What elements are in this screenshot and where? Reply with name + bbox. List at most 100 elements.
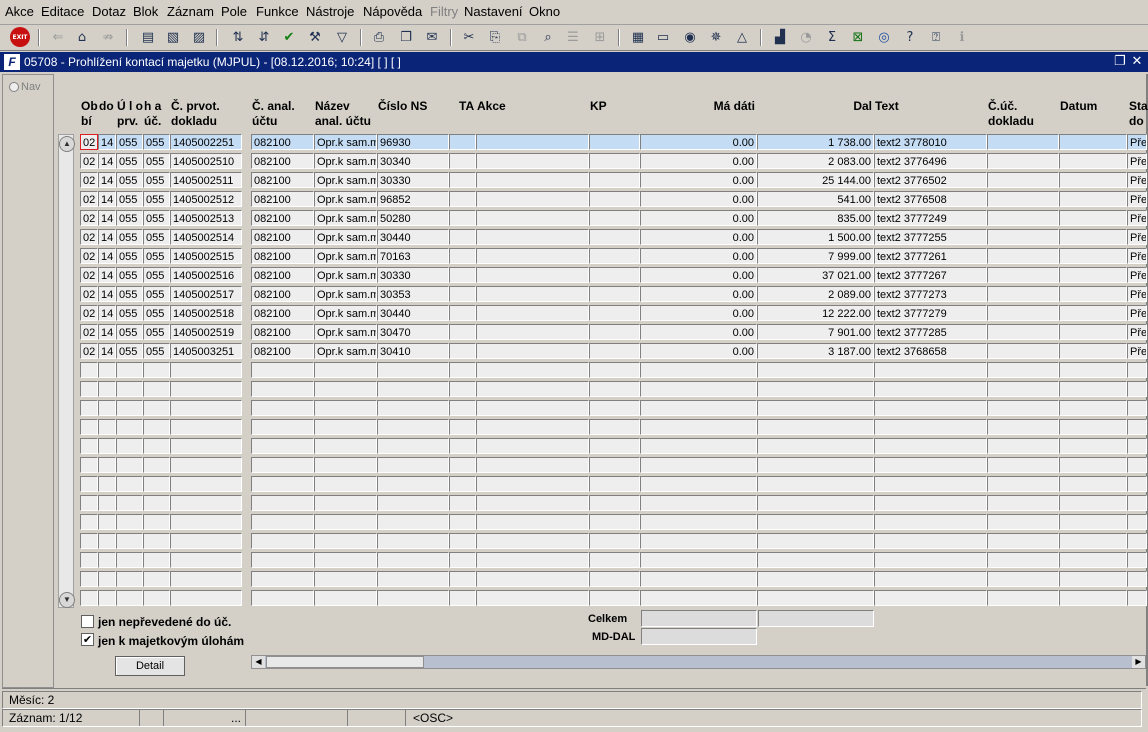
cell-datum[interactable] (1059, 229, 1127, 245)
cell-stav[interactable]: Pře (1127, 286, 1147, 302)
cell-ha[interactable] (143, 419, 170, 435)
cell-kp[interactable] (589, 400, 640, 416)
cell-cuc[interactable] (987, 134, 1059, 150)
cell-ha[interactable] (143, 495, 170, 511)
cell-text[interactable]: text2 3777273 (874, 286, 987, 302)
cell-do[interactable] (98, 590, 116, 606)
menu-okno[interactable]: Okno (529, 4, 560, 19)
cell-ha[interactable] (143, 552, 170, 568)
menu-editace[interactable]: Editace (41, 4, 84, 19)
cell-do[interactable]: 14 (98, 229, 116, 245)
cell-cuc[interactable] (987, 267, 1059, 283)
cell-text[interactable] (874, 362, 987, 378)
cell-kp[interactable] (589, 419, 640, 435)
cell-canal[interactable]: 082100 (251, 191, 314, 207)
cell-text[interactable] (874, 514, 987, 530)
cell-ulo[interactable]: 055 (116, 324, 143, 340)
cell-akce[interactable] (476, 552, 589, 568)
cell-kp[interactable] (589, 514, 640, 530)
cell-ns[interactable] (377, 362, 449, 378)
cell-cprvot[interactable] (170, 438, 242, 454)
cell-do[interactable] (98, 381, 116, 397)
cell-dal[interactable] (757, 419, 874, 435)
exit-button[interactable]: EXIT (10, 27, 30, 47)
cell-stav[interactable]: Pře (1127, 229, 1147, 245)
cell-akce[interactable] (476, 267, 589, 283)
cell-text[interactable] (874, 552, 987, 568)
cell-text[interactable] (874, 495, 987, 511)
cell-canal[interactable] (251, 571, 314, 587)
cell-canal[interactable]: 082100 (251, 153, 314, 169)
cell-ob[interactable]: 02 (80, 267, 98, 283)
cell-stav[interactable] (1127, 457, 1147, 473)
cell-nazev[interactable]: Opr.k sam.m (314, 153, 377, 169)
cell-cprvot[interactable]: 1405002510 (170, 153, 242, 169)
cell-ulo[interactable]: 055 (116, 267, 143, 283)
cell-dal[interactable] (757, 552, 874, 568)
cell-ta[interactable] (449, 457, 476, 473)
cell-ns[interactable]: 30440 (377, 305, 449, 321)
cell-ta[interactable] (449, 438, 476, 454)
cell-stav[interactable]: Pře (1127, 305, 1147, 321)
cell-kp[interactable] (589, 191, 640, 207)
menu-zaznam[interactable]: Záznam (167, 4, 214, 19)
help-topics-icon[interactable]: ? (900, 27, 920, 47)
cell-dal[interactable] (757, 362, 874, 378)
cell-ns[interactable] (377, 400, 449, 416)
cell-kp[interactable] (589, 343, 640, 359)
cell-canal[interactable]: 082100 (251, 324, 314, 340)
cell-cprvot[interactable] (170, 400, 242, 416)
cell-akce[interactable] (476, 533, 589, 549)
cell-text[interactable]: text2 3776502 (874, 172, 987, 188)
cell-text[interactable]: text2 3778010 (874, 134, 987, 150)
tree-icon[interactable]: ⊞ (590, 27, 610, 47)
save-icon[interactable]: ⇐ (48, 27, 68, 47)
cell-cuc[interactable] (987, 400, 1059, 416)
cell-ta[interactable] (449, 381, 476, 397)
print-icon[interactable]: ⎙ (369, 27, 389, 47)
cell-akce[interactable] (476, 172, 589, 188)
cell-ulo[interactable]: 055 (116, 305, 143, 321)
cell-datum[interactable] (1059, 286, 1127, 302)
cell-ns[interactable] (377, 476, 449, 492)
cell-text[interactable]: text2 3776496 (874, 153, 987, 169)
cell-canal[interactable] (251, 476, 314, 492)
cell-cuc[interactable] (987, 324, 1059, 340)
cell-ob[interactable]: 02 (80, 324, 98, 340)
scroll-right-icon[interactable]: ▶ (1132, 656, 1145, 668)
cell-ob[interactable]: 02 (80, 305, 98, 321)
cell-ulo[interactable]: 055 (116, 134, 143, 150)
cell-cuc[interactable] (987, 191, 1059, 207)
cell-datum[interactable] (1059, 362, 1127, 378)
cell-dal[interactable] (757, 514, 874, 530)
cell-cuc[interactable] (987, 381, 1059, 397)
cell-ha[interactable] (143, 381, 170, 397)
cell-md[interactable]: 0.00 (640, 191, 757, 207)
cell-kp[interactable] (589, 229, 640, 245)
cell-ulo[interactable] (116, 476, 143, 492)
cell-dal[interactable]: 541.00 (757, 191, 874, 207)
cell-ha[interactable]: 055 (143, 343, 170, 359)
cell-stav[interactable] (1127, 533, 1147, 549)
document-icon[interactable]: ▭ (653, 27, 673, 47)
cell-dal[interactable] (757, 400, 874, 416)
cell-cprvot[interactable] (170, 514, 242, 530)
cell-md[interactable]: 0.00 (640, 172, 757, 188)
cell-canal[interactable] (251, 362, 314, 378)
cell-nazev[interactable] (314, 495, 377, 511)
cell-datum[interactable] (1059, 153, 1127, 169)
cell-datum[interactable] (1059, 210, 1127, 226)
cell-do[interactable]: 14 (98, 248, 116, 264)
cell-stav[interactable]: Pře (1127, 248, 1147, 264)
cell-nazev[interactable]: Opr.k sam.m (314, 305, 377, 321)
cell-ta[interactable] (449, 514, 476, 530)
cell-cuc[interactable] (987, 533, 1059, 549)
cell-akce[interactable] (476, 419, 589, 435)
cell-stav[interactable]: Pře (1127, 267, 1147, 283)
cell-dal[interactable]: 2 089.00 (757, 286, 874, 302)
cell-canal[interactable]: 082100 (251, 210, 314, 226)
cell-cprvot[interactable] (170, 552, 242, 568)
cell-nazev[interactable]: Opr.k sam.m (314, 286, 377, 302)
cell-akce[interactable] (476, 457, 589, 473)
scroll-thumb[interactable] (266, 656, 424, 668)
